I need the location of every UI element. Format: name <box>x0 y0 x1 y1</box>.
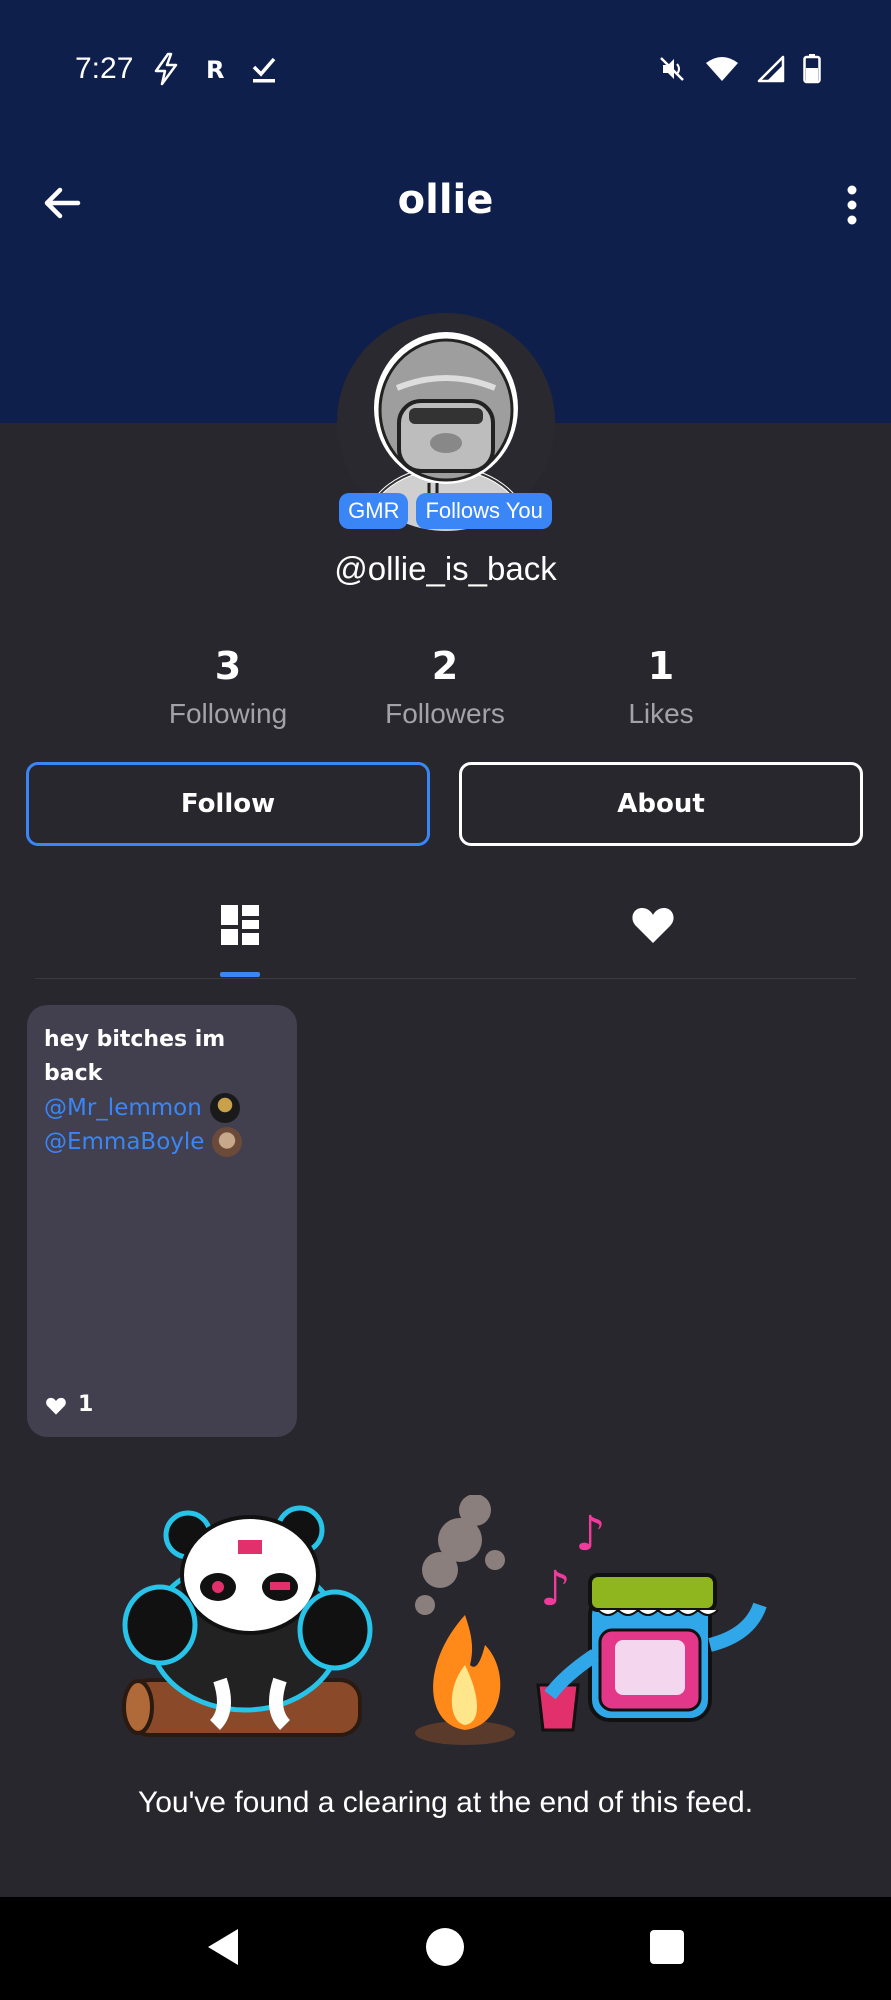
tab-posts[interactable] <box>215 900 265 950</box>
mention-text: @Mr_lemmon <box>44 1095 202 1121</box>
stat-followers[interactable]: 2 Followers <box>335 640 555 730</box>
signal-icon <box>757 55 785 92</box>
svg-text:♪: ♪ <box>575 1506 606 1562</box>
status-time: 7:27 <box>75 52 134 85</box>
nav-back-icon <box>208 1929 238 1965</box>
stat-label: Likes <box>628 698 694 729</box>
svg-text:♪: ♪ <box>540 1561 571 1617</box>
end-of-feed-illustration: ♪ ♪ <box>120 1494 780 1755</box>
end-of-feed-message: You've found a clearing at the end of th… <box>137 1786 754 1819</box>
nav-recents-button[interactable] <box>645 1925 689 1969</box>
stat-label: Followers <box>385 698 505 729</box>
mute-icon <box>657 54 687 93</box>
nav-recents-icon <box>650 1930 684 1964</box>
svg-text:R: R <box>206 56 224 83</box>
stat-following[interactable]: 3 Following <box>118 640 338 730</box>
profile-tabs <box>35 880 856 979</box>
r-icon: R <box>204 55 228 92</box>
mention-link[interactable]: @Mr_lemmon <box>44 1091 280 1125</box>
status-bar: 7:27 R <box>0 40 891 104</box>
post-like-count: 1 <box>78 1392 94 1417</box>
nav-back-button[interactable] <box>202 1925 246 1969</box>
flash-icon <box>150 52 182 95</box>
more-options-button[interactable] <box>843 185 861 225</box>
more-vert-icon <box>847 185 857 225</box>
battery-icon <box>803 54 821 93</box>
stat-likes[interactable]: 1 Likes <box>551 640 771 730</box>
stat-value: 3 <box>214 644 242 688</box>
profile-handle: @ollie_is_back <box>334 550 557 587</box>
mention-link[interactable]: @EmmaBoyle <box>44 1125 280 1159</box>
status-left-icons: R <box>150 52 278 95</box>
nav-home-icon <box>426 1928 464 1966</box>
post-likes: 1 <box>44 1392 93 1417</box>
status-right-icons <box>657 54 821 93</box>
profile-badges: GMR Follows You <box>0 493 891 529</box>
stat-label: Following <box>168 698 288 729</box>
check-icon <box>250 54 278 93</box>
nav-home-button[interactable] <box>423 1925 467 1969</box>
grid-icon <box>221 905 259 945</box>
stat-value: 1 <box>647 644 675 688</box>
about-button[interactable]: About <box>459 762 863 846</box>
app-bar: ollie <box>0 165 891 245</box>
stat-value: 2 <box>431 644 459 688</box>
post-text: hey bitches im back <box>44 1027 226 1086</box>
gmr-badge: GMR <box>339 493 409 529</box>
post-card[interactable]: hey bitches im back @Mr_lemmon @EmmaBoyl… <box>27 1005 297 1437</box>
system-navigation-bar <box>0 1897 891 2000</box>
tab-selected-indicator <box>220 972 260 977</box>
mention-text: @EmmaBoyle <box>44 1129 205 1155</box>
heart-icon <box>632 908 674 943</box>
follows-you-badge: Follows You <box>416 493 552 529</box>
tab-likes[interactable] <box>628 900 678 950</box>
heart-icon <box>46 1397 66 1415</box>
page-title: ollie <box>397 177 494 223</box>
wifi-icon <box>705 55 739 92</box>
mention-avatar <box>212 1127 243 1157</box>
follow-button[interactable]: Follow <box>26 762 430 846</box>
mention-avatar <box>209 1093 240 1123</box>
